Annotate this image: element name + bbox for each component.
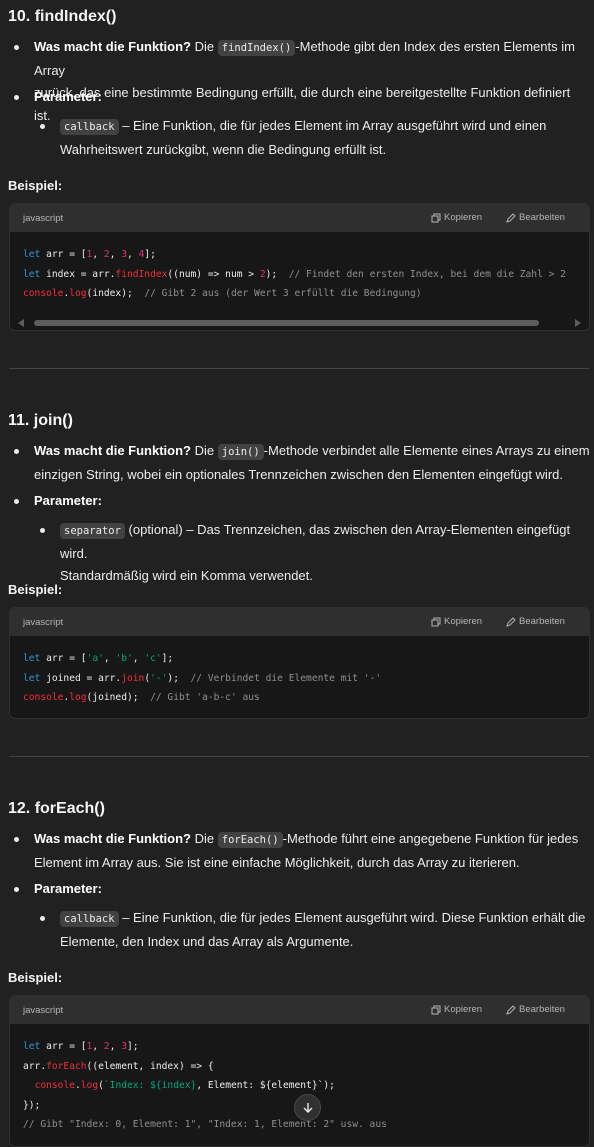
code-line: console.log(index); // Gibt 2 aus (der W… [23,288,422,299]
code-block: javascript Kopieren Bearbeiten let arr =… [9,995,590,1147]
inline-code: join() [217,444,264,460]
bullet [14,837,19,842]
code-language: javascript [23,213,64,224]
inline-code: findIndex() [217,40,296,56]
parameter-label: Parameter: [34,493,102,508]
code-language: javascript [23,1005,64,1016]
parameter-label: Parameter: [34,881,102,896]
bullet [14,499,19,504]
sub-bullet [40,124,45,129]
parameter-label: Parameter: [34,89,102,104]
example-label: Beispiel: [8,970,63,985]
scroll-right-icon[interactable] [575,318,581,327]
description-text: Was macht die Funktion? Die join() -Metho… [34,443,590,482]
inline-code: separator [60,523,125,539]
inline-code: callback [60,911,119,927]
description-text: Was macht die Funktion? Die findIndex() -… [34,39,575,123]
copy-button[interactable]: Kopieren [431,1004,482,1015]
bullet [14,95,19,100]
scroll-down-button[interactable] [294,1094,321,1121]
arrow-down-icon [303,1102,312,1113]
code-line: console.log(`Index: ${index}, Element: $… [34,1080,335,1091]
parameter-text: callback – Eine Funktion, die für jedes … [60,910,586,949]
code-content: let arr = [1, 2, 3, 4]; let index = arr.f… [10,232,589,314]
copy-button[interactable]: Kopieren [431,212,482,223]
code-header: javascript Kopieren Bearbeiten [10,608,589,636]
scroll-left-icon[interactable] [18,318,24,327]
section-heading: 12. forEach() [8,800,105,817]
inline-code: callback [60,119,119,135]
parameter-text: separator (optional) – Das Trennzeichen,… [60,522,571,583]
code-content: let arr = ['a', 'b', 'c']; let joined = a… [10,636,589,718]
code-line: console.log(joined); // Gibt 'a-b-c' aus [23,692,260,703]
edit-button[interactable]: Bearbeiten [506,1004,565,1015]
divider [9,756,589,757]
copy-button[interactable]: Kopieren [431,616,482,627]
copy-icon [431,213,441,222]
code-line: arr.forEach((element, index) => { [23,1060,214,1072]
code-language: javascript [23,617,64,628]
bullet [14,45,19,50]
code-content: let arr = [1, 2, 3]; arr.forEach((element… [10,1024,589,1145]
parameter-text: callback – Eine Funktion, die für jedes … [60,118,547,157]
code-block: javascript Kopieren Bearbeiten let arr =… [9,203,590,331]
code-line: let joined = arr.join('-'); // Verbindet… [23,672,382,684]
copy-icon [431,617,441,626]
sub-bullet [40,916,45,921]
example-label: Beispiel: [8,582,63,597]
edit-button[interactable]: Bearbeiten [506,212,565,223]
inline-code: forEach() [217,832,283,848]
code-header: javascript Kopieren Bearbeiten [10,204,589,232]
description-text: Was macht die Funktion? Die forEach() -Me… [34,831,579,870]
pencil-icon [506,616,516,627]
code-line: let arr = [1, 2, 3]; [23,1041,139,1052]
pencil-icon [506,212,516,223]
copy-icon [431,1005,441,1014]
scrollbar-thumb[interactable] [34,319,539,326]
code-line: let arr = [1, 2, 3, 4]; [23,249,156,260]
code-block: javascript Kopieren Bearbeiten let arr =… [9,607,590,719]
example-label: Beispiel: [8,178,63,193]
pencil-icon [506,1004,516,1015]
code-line: let arr = ['a', 'b', 'c']; [23,653,174,664]
bullet [14,449,19,454]
divider [9,368,589,369]
section-heading: 11. join() [8,412,73,429]
bullet [14,887,19,892]
horizontal-scrollbar[interactable] [10,314,589,331]
sub-bullet [40,528,45,533]
edit-button[interactable]: Bearbeiten [506,616,565,627]
description-label: Was macht die Funktion? [34,39,191,54]
code-line: let index = arr.findIndex((num) => num >… [23,268,566,280]
code-header: javascript Kopieren Bearbeiten [10,996,589,1024]
section-heading: 10. findIndex() [8,8,117,25]
